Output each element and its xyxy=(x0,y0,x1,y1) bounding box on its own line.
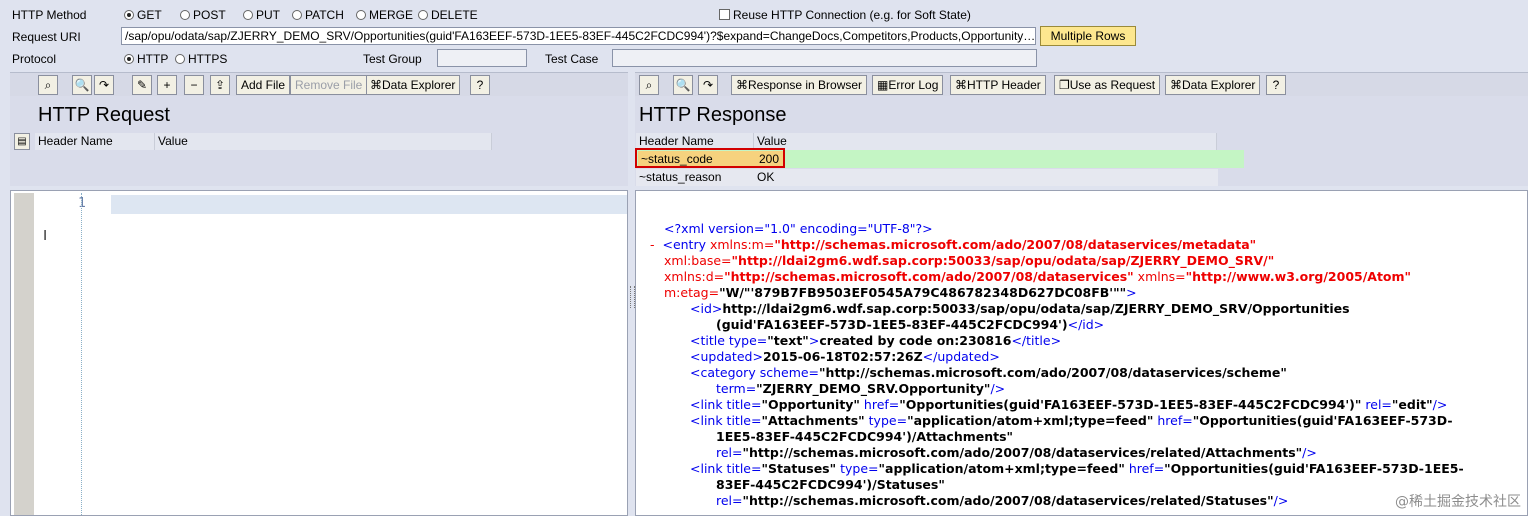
edit-icon[interactable]: ✎ xyxy=(132,75,152,95)
protocol-radio-http[interactable]: HTTP xyxy=(124,52,168,66)
radio-icon xyxy=(180,10,190,20)
status-reason-value: OK xyxy=(757,170,775,184)
xml-line: rel="http://schemas.microsoft.com/ado/20… xyxy=(716,445,1317,460)
xml-line[interactable]: - <entry xmlns:m="http://schemas.microso… xyxy=(650,237,1256,253)
insert-icon[interactable]: + xyxy=(157,75,177,95)
xml-line: <updated>2015-06-18T02:57:26Z</updated> xyxy=(690,349,1000,364)
line-number: 1 xyxy=(78,196,86,211)
status-reason-name: ~status_reason xyxy=(639,170,722,184)
method-radio-merge[interactable]: MERGE xyxy=(356,8,413,22)
xml-line: 1EE5-83EF-445C2FCDC994')/Attachments" xyxy=(716,429,1014,444)
glasses-icon: ⌘ xyxy=(370,78,382,92)
glasses-icon: ⌘ xyxy=(1170,78,1182,92)
radio-selected-icon xyxy=(124,10,134,20)
request-col-value[interactable]: Value xyxy=(155,133,492,150)
xml-line: xml:base="http://ldai2gm6.wdf.sap.corp:5… xyxy=(664,253,1275,268)
response-col-value[interactable]: Value xyxy=(754,133,1217,150)
protocol-label: Protocol xyxy=(12,52,57,66)
radio-icon xyxy=(356,10,366,20)
response-header-area: HTTP Response Header Name Value ~status_… xyxy=(635,96,1528,186)
request-body-editor[interactable]: 1 I xyxy=(10,190,628,516)
request-header-area: HTTP Request ▤ Header Name Value xyxy=(10,96,628,186)
xml-line: <category scheme="http://schemas.microso… xyxy=(690,365,1287,380)
test-case-input[interactable] xyxy=(612,49,1037,67)
help-icon[interactable]: ? xyxy=(1266,75,1286,95)
delete-icon[interactable]: − xyxy=(184,75,204,95)
watermark: @稀土掘金技术社区 xyxy=(1395,494,1521,510)
find-next-icon[interactable]: ↷ xyxy=(94,75,114,95)
find-icon[interactable]: 🔍 xyxy=(72,75,92,95)
layout-icon[interactable]: ▤ xyxy=(14,133,30,150)
xml-line: <id>http://ldai2gm6.wdf.sap.corp:50033/s… xyxy=(690,301,1350,316)
radio-icon xyxy=(243,10,253,20)
http-method-label: HTTP Method xyxy=(12,8,87,22)
method-radio-get[interactable]: GET xyxy=(124,8,162,22)
collapse-toggle: - xyxy=(650,237,655,252)
radio-icon xyxy=(418,10,428,20)
text-cursor-icon: I xyxy=(43,227,48,244)
request-col-header-name[interactable]: Header Name xyxy=(35,133,155,150)
response-data-explorer-button[interactable]: ⌘Data Explorer xyxy=(1165,75,1261,95)
xml-line: m:etag="W/"'879B7FB9503EF0545A79C4867823… xyxy=(664,285,1137,300)
xml-line: <?xml version="1.0" encoding="UTF-8"?> xyxy=(664,221,933,236)
request-uri-input[interactable]: /sap/opu/odata/sap/ZJERRY_DEMO_SRV/Oppor… xyxy=(121,27,1036,45)
display-icon[interactable]: ⌕ xyxy=(38,75,58,95)
method-radio-put[interactable]: PUT xyxy=(243,8,280,22)
upload-icon[interactable]: ⇪ xyxy=(210,75,230,95)
xml-line: <title type="text">created by code on:23… xyxy=(690,333,1062,348)
log-icon: ▦ xyxy=(877,78,889,92)
xml-line: rel="http://schemas.microsoft.com/ado/20… xyxy=(716,493,1289,508)
method-radio-delete[interactable]: DELETE xyxy=(418,8,478,22)
editor-gutter-line xyxy=(81,193,82,515)
use-as-request-button[interactable]: ❐Use as Request xyxy=(1054,75,1161,95)
add-file-button[interactable]: Add File xyxy=(236,75,291,95)
find-next-icon[interactable]: ↷ xyxy=(698,75,718,95)
test-case-label: Test Case xyxy=(545,52,599,66)
glasses-icon: ⌘ xyxy=(955,78,967,92)
response-title: HTTP Response xyxy=(639,104,787,126)
method-radio-patch[interactable]: PATCH xyxy=(292,8,344,22)
highlight-box xyxy=(635,148,785,168)
display-icon[interactable]: ⌕ xyxy=(639,75,659,95)
xml-line: 83EF-445C2FCDC994')/Statuses" xyxy=(716,477,945,492)
http-header-button[interactable]: ⌘HTTP Header xyxy=(950,75,1046,95)
response-xml-viewer[interactable]: <?xml version="1.0" encoding="UTF-8"?> -… xyxy=(635,190,1528,516)
radio-icon xyxy=(175,54,185,64)
help-icon[interactable]: ? xyxy=(470,75,490,95)
remove-file-button[interactable]: Remove File xyxy=(290,75,368,95)
request-uri-label: Request URI xyxy=(12,30,81,44)
find-icon[interactable]: 🔍 xyxy=(673,75,693,95)
test-group-input[interactable] xyxy=(437,49,527,67)
xml-line: <link title="Attachments" type="applicat… xyxy=(690,413,1453,428)
test-group-label: Test Group xyxy=(363,52,422,66)
protocol-radio-https[interactable]: HTTPS xyxy=(175,52,227,66)
checkbox-icon xyxy=(719,9,730,20)
method-radio-post[interactable]: POST xyxy=(180,8,226,22)
radio-selected-icon xyxy=(124,54,134,64)
reuse-connection-checkbox[interactable]: Reuse HTTP Connection (e.g. for Soft Sta… xyxy=(719,8,971,22)
xml-line: xmlns:d="http://schemas.microsoft.com/ad… xyxy=(664,269,1412,284)
response-toolbar: ⌕ 🔍 ↷ ⌘Response in Browser ▦Error Log ⌘H… xyxy=(635,72,1528,98)
response-in-browser-button[interactable]: ⌘Response in Browser xyxy=(731,75,868,95)
radio-icon xyxy=(292,10,302,20)
current-line-highlight xyxy=(111,195,627,214)
data-explorer-button[interactable]: ⌘Data Explorer xyxy=(366,75,461,95)
request-title: HTTP Request xyxy=(38,104,170,126)
copy-icon: ❐ xyxy=(1059,78,1070,92)
request-toolbar: ⌕ 🔍 ↷ ✎ + − ⇪ Add File Remove File ⌘Data… xyxy=(10,72,628,98)
xml-line: <link title="Opportunity" href="Opportun… xyxy=(690,397,1448,412)
xml-line: <link title="Statuses" type="application… xyxy=(690,461,1464,476)
error-log-button[interactable]: ▦Error Log xyxy=(872,75,944,95)
editor-margin xyxy=(14,193,34,515)
glasses-icon: ⌘ xyxy=(736,78,748,92)
xml-line: (guid'FA163EEF-573D-1EE5-83EF-445C2FCDC9… xyxy=(716,317,1105,332)
multiple-rows-button[interactable]: Multiple Rows xyxy=(1040,26,1136,46)
xml-line: term="ZJERRY_DEMO_SRV.Opportunity"/> xyxy=(716,381,1006,396)
